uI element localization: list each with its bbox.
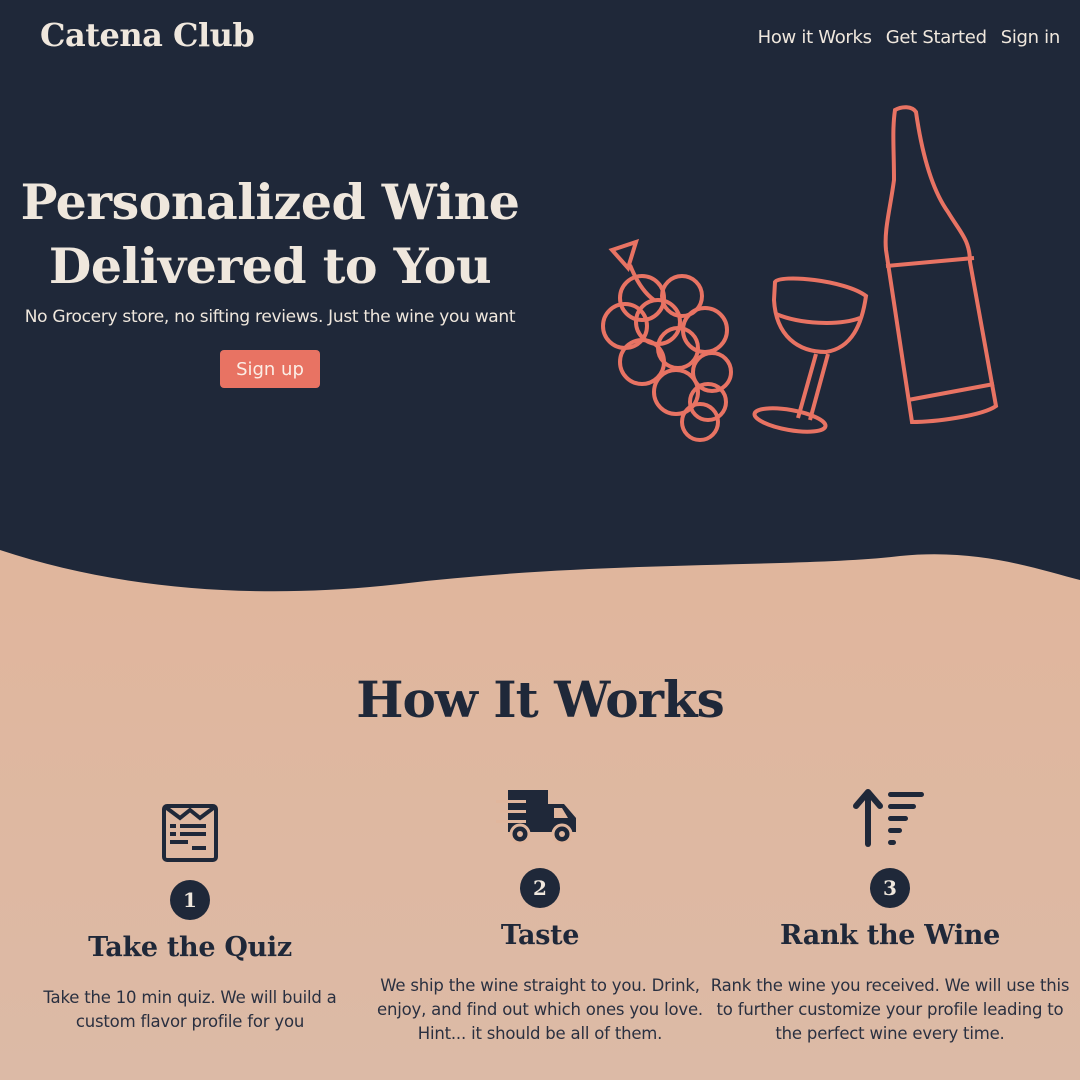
wine-bottle-icon xyxy=(883,105,999,425)
sort-ascending-icon xyxy=(853,789,924,847)
step-description: We ship the wine straight to you. Drink,… xyxy=(377,976,703,1043)
hero-title-line-1: Personalized Wine xyxy=(20,173,520,231)
nav-link-how-it-works[interactable]: How it Works xyxy=(758,27,872,48)
hero-section: Catena Club How it Works Get Started Sig… xyxy=(0,0,1080,610)
nav-link-get-started[interactable]: Get Started xyxy=(886,27,987,48)
quiz-icon xyxy=(162,804,218,862)
wine-glass-icon xyxy=(752,276,869,434)
sign-up-button[interactable]: Sign up xyxy=(220,350,320,388)
logo[interactable]: Catena Club xyxy=(40,16,255,54)
nav-link-sign-in[interactable]: Sign in xyxy=(1001,27,1061,48)
section-title: How It Works xyxy=(356,670,725,729)
hero-title: Personalized Wine Delivered to You xyxy=(20,170,520,298)
step-number: 3 xyxy=(870,868,910,908)
wine-illustration xyxy=(601,105,999,442)
step-title: Take the Quiz xyxy=(88,932,292,963)
top-nav: How it Works Get Started Sign in xyxy=(758,27,1061,48)
how-it-works-section: How It Works 1 Take the Quiz Take the 10… xyxy=(0,600,1080,1080)
hero-title-line-2: Delivered to You xyxy=(48,237,492,295)
step-title: Rank the Wine xyxy=(780,920,1000,951)
grapes-icon xyxy=(601,238,733,442)
step-description: Rank the wine you received. We will use … xyxy=(710,976,1070,1043)
step-title: Taste xyxy=(500,920,580,951)
delivery-truck-icon xyxy=(496,790,576,845)
step-number: 1 xyxy=(170,880,210,920)
step-description: Take the 10 min quiz. We will build a cu… xyxy=(43,988,337,1031)
step-number: 2 xyxy=(520,868,560,908)
hero-subtitle: No Grocery store, no sifting reviews. Ju… xyxy=(24,307,516,327)
